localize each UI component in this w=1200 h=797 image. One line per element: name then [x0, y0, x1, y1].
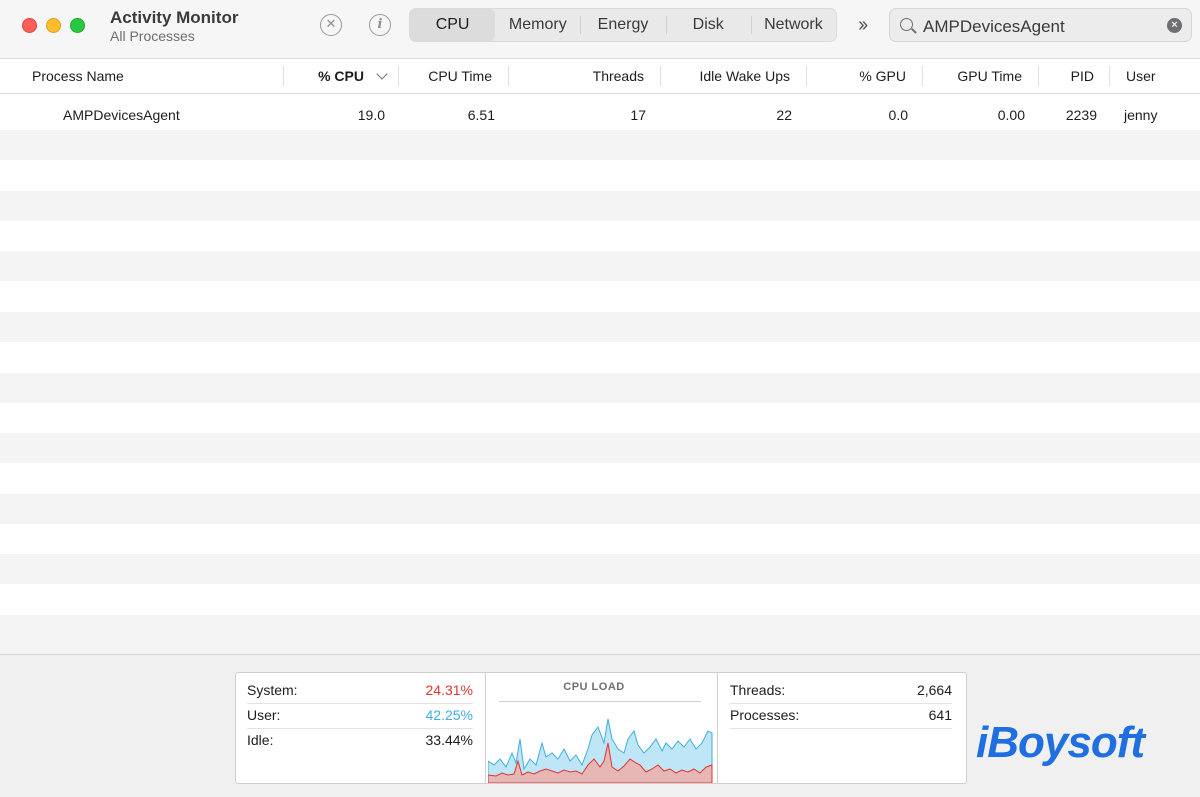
idle-value: 33.44%	[425, 732, 473, 748]
empty-row	[0, 584, 1200, 614]
tab-memory[interactable]: Memory	[495, 9, 580, 41]
column-divider	[283, 66, 284, 86]
cell-process-name: AMPDevicesAgent	[63, 107, 180, 123]
cell-cpu-percent: 19.0	[357, 107, 385, 123]
empty-row	[0, 191, 1200, 221]
empty-row	[0, 221, 1200, 251]
chevron-double-right-icon[interactable]: ››	[858, 14, 868, 37]
empty-row	[0, 463, 1200, 493]
cell-threads: 17	[630, 107, 646, 123]
column-divider	[660, 66, 661, 86]
column-gpu-time[interactable]: GPU Time	[930, 59, 1022, 93]
cell-user: jenny	[1124, 107, 1158, 123]
tab-energy[interactable]: Energy	[580, 9, 665, 41]
empty-row	[0, 524, 1200, 554]
clear-search-icon[interactable]: ×	[1167, 18, 1182, 33]
user-value: 42.25%	[425, 707, 473, 723]
window-toolbar: Activity Monitor All Processes ✕ i CPU M…	[0, 0, 1200, 59]
tab-cpu[interactable]: CPU	[410, 9, 496, 41]
window-title: Activity Monitor	[110, 8, 239, 27]
cell-pid: 2239	[1065, 107, 1097, 123]
threads-label: Threads:	[730, 682, 786, 698]
table-row[interactable]: AMPDevicesAgent 19.0 6.51 17 22 0.0 0.00…	[0, 94, 1200, 130]
cell-cpu-time: 6.51	[467, 107, 495, 123]
cell-idle-wake-ups: 22	[776, 107, 792, 123]
close-window-button[interactable]	[22, 18, 37, 33]
empty-row	[0, 342, 1200, 372]
panel-divider	[717, 673, 718, 783]
column-pid[interactable]: PID	[1044, 59, 1094, 93]
search-input[interactable]: AMPDevicesAgent	[923, 17, 1065, 37]
chevron-down-icon	[376, 68, 388, 80]
cpu-load-divider	[499, 701, 701, 702]
column-divider	[806, 66, 807, 86]
column-divider	[922, 66, 923, 86]
empty-row	[0, 312, 1200, 342]
user-stat: User: 42.25%	[247, 703, 473, 729]
view-tabs: CPU Memory Energy Disk Network	[409, 8, 837, 42]
empty-row	[0, 130, 1200, 160]
empty-row	[0, 251, 1200, 281]
cpu-stats-panel: System: 24.31% User: 42.25% Idle: 33.44%…	[235, 672, 967, 784]
system-value: 24.31%	[425, 682, 473, 698]
tab-network[interactable]: Network	[750, 9, 836, 41]
empty-row	[0, 494, 1200, 524]
column-threads[interactable]: Threads	[540, 59, 644, 93]
column-cpu-percent[interactable]: % CPU	[296, 59, 364, 93]
column-divider	[1038, 66, 1039, 86]
info-circle-icon[interactable]: i	[369, 14, 391, 36]
processes-value: 641	[928, 707, 952, 723]
column-user[interactable]: User	[1126, 59, 1156, 93]
iboysoft-watermark-logo: iBoysoft	[976, 718, 1145, 767]
empty-row	[0, 373, 1200, 403]
column-divider	[508, 66, 509, 86]
idle-label: Idle:	[247, 732, 274, 748]
window-subtitle: All Processes	[110, 28, 195, 44]
processes-stat: Processes: 641	[730, 703, 952, 729]
column-process-name[interactable]: Process Name	[32, 59, 124, 93]
empty-row	[0, 403, 1200, 433]
xmark-circle-icon[interactable]: ✕	[320, 14, 342, 36]
user-label: User:	[247, 707, 281, 723]
empty-row	[0, 615, 1200, 654]
threads-value: 2,664	[916, 682, 952, 698]
zoom-window-button[interactable]	[70, 18, 85, 33]
cpu-load-title: CPU LOAD	[563, 681, 625, 693]
search-field[interactable]: AMPDevicesAgent ×	[889, 8, 1192, 42]
process-list: AMPDevicesAgent 19.0 6.51 17 22 0.0 0.00…	[0, 94, 1200, 654]
empty-row	[0, 554, 1200, 584]
cell-gpu-percent: 0.0	[888, 107, 908, 123]
idle-stat: Idle: 33.44%	[247, 728, 473, 753]
empty-row	[0, 160, 1200, 190]
system-stat: System: 24.31%	[247, 678, 473, 704]
column-divider	[398, 66, 399, 86]
cpu-load-graph	[488, 718, 713, 783]
table-header: Process Name % CPU CPU Time Threads Idle…	[0, 59, 1200, 94]
column-idle-wake-ups[interactable]: Idle Wake Ups	[664, 59, 790, 93]
column-divider	[1109, 66, 1110, 86]
tab-disk[interactable]: Disk	[665, 9, 751, 41]
empty-row	[0, 433, 1200, 463]
column-cpu-time[interactable]: CPU Time	[400, 59, 492, 93]
threads-stat: Threads: 2,664	[730, 678, 952, 704]
column-gpu-percent[interactable]: % GPU	[820, 59, 906, 93]
minimize-window-button[interactable]	[46, 18, 61, 33]
system-label: System:	[247, 682, 298, 698]
empty-row	[0, 281, 1200, 311]
search-icon	[900, 18, 913, 31]
processes-label: Processes:	[730, 707, 800, 723]
cell-gpu-time: 0.00	[997, 107, 1025, 123]
